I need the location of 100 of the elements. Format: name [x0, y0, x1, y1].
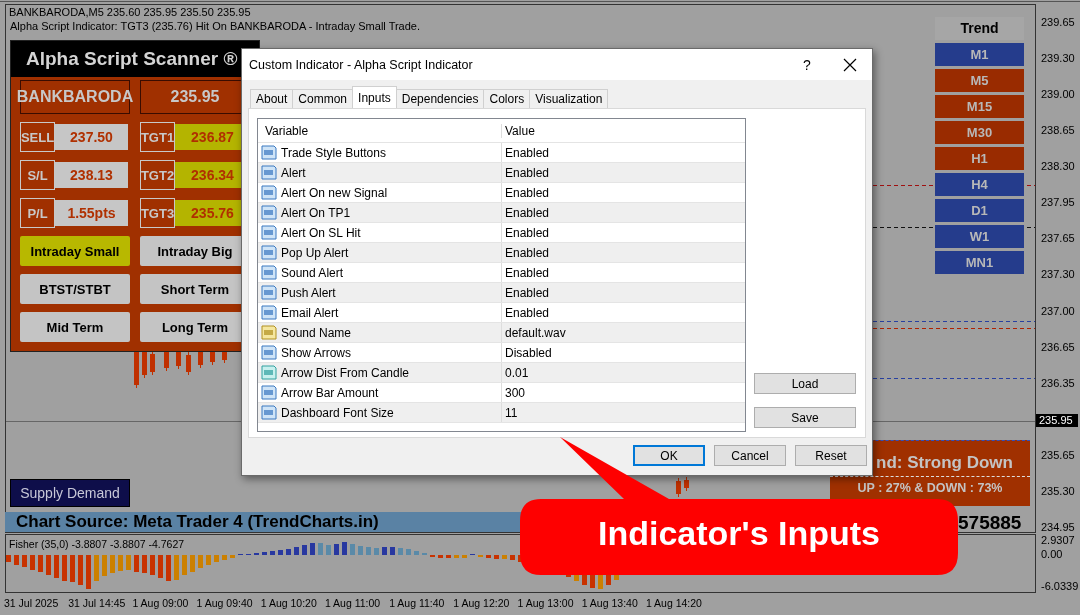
histogram-bar	[294, 547, 299, 555]
histogram-bar	[494, 555, 499, 559]
histogram-bar	[286, 549, 291, 555]
level-value: 238.13	[55, 162, 128, 188]
target-label: TGT2	[140, 160, 175, 190]
price-label: 237.65	[1041, 232, 1075, 245]
parameter-value[interactable]: 300	[502, 383, 745, 402]
trade-style-button[interactable]: BTST/STBT	[20, 274, 130, 304]
histogram-bar	[222, 555, 227, 560]
parameter-name: Arrow Dist From Candle	[281, 365, 410, 380]
parameter-name: Trade Style Buttons	[281, 145, 386, 160]
histogram-bar	[182, 555, 187, 575]
histogram-bar	[150, 555, 155, 575]
parameter-name: Sound Alert	[281, 265, 344, 280]
parameter-value[interactable]: default.wav	[502, 323, 745, 342]
tab[interactable]: Inputs	[352, 86, 397, 108]
histogram-bar	[174, 555, 179, 580]
histogram-bar	[102, 555, 107, 576]
indicator-scale-label: 2.9307	[1041, 534, 1075, 546]
dialog-button[interactable]: Reset	[795, 445, 867, 466]
histogram-bar	[118, 555, 123, 571]
string-type-icon	[261, 325, 277, 340]
timeframe-label: M1	[935, 43, 1024, 66]
column-header: Value	[504, 123, 536, 138]
histogram-bar	[14, 555, 19, 565]
histogram-bar	[62, 555, 67, 581]
level-label: S/L	[20, 160, 55, 190]
price-label: 239.00	[1041, 88, 1075, 101]
histogram-bar	[94, 555, 99, 581]
integer-type-icon	[261, 305, 277, 320]
histogram-bar	[326, 545, 331, 555]
side-button[interactable]: Save	[754, 407, 856, 428]
supply-demand-button[interactable]: Supply Demand	[10, 479, 130, 507]
parameter-value[interactable]: Enabled	[502, 303, 745, 322]
tab[interactable]: Visualization	[529, 89, 609, 108]
histogram-bar	[262, 552, 267, 555]
histogram-bar	[318, 543, 323, 555]
chart-title: BANKBARODA,M5 235.60 235.95 235.50 235.95	[9, 6, 251, 18]
histogram-bar	[78, 555, 83, 585]
parameter-value[interactable]: Enabled	[502, 283, 745, 302]
histogram-bar	[214, 555, 219, 562]
histogram-bar	[334, 544, 339, 555]
histogram-bar	[126, 555, 131, 570]
histogram-bar	[382, 547, 387, 555]
histogram-bar	[278, 550, 283, 555]
histogram-bar	[342, 542, 347, 555]
tab[interactable]: Dependencies	[395, 89, 485, 108]
integer-type-icon	[261, 385, 277, 400]
histogram-bar	[158, 555, 163, 578]
parameter-value[interactable]: 0.01	[502, 363, 745, 382]
integer-type-icon	[261, 405, 277, 420]
histogram-bar	[206, 555, 211, 565]
parameter-value[interactable]: 11	[502, 403, 745, 422]
parameter-value[interactable]: Enabled	[502, 203, 745, 222]
level-value: 237.50	[55, 124, 128, 150]
timeframe-label: M5	[935, 69, 1024, 92]
counter-text: 575885	[958, 512, 1022, 534]
dialog-button[interactable]: OK	[633, 445, 705, 466]
parameter-name: Push Alert	[281, 285, 336, 300]
candlestick	[684, 476, 689, 492]
indicator-label: Fisher (35,0) -3.8807 -3.8807 -4.7627	[9, 538, 185, 550]
integer-type-icon	[261, 265, 277, 280]
time-label: 1 Aug 09:00	[132, 597, 190, 609]
level-label: P/L	[20, 198, 55, 228]
dialog-title: Custom Indicator - Alpha Script Indicator	[249, 57, 474, 72]
close-icon	[843, 57, 857, 72]
histogram-bar	[190, 555, 195, 572]
time-label: 1 Aug 13:40	[581, 597, 639, 609]
time-label: 31 Jul 14:45	[68, 597, 127, 609]
candlestick	[186, 351, 191, 376]
parameter-value[interactable]: Enabled	[502, 263, 745, 282]
trade-style-button[interactable]: Intraday Small	[20, 236, 130, 266]
price-label: 239.65	[1041, 16, 1075, 28]
parameter-name: Alert On new Signal	[281, 185, 388, 200]
parameter-value[interactable]: Enabled	[502, 223, 745, 242]
parameter-value[interactable]: Disabled	[502, 343, 745, 362]
histogram-bar	[86, 555, 91, 589]
tab[interactable]: About	[250, 89, 294, 108]
parameter-value[interactable]: Enabled	[502, 163, 745, 182]
time-label: 1 Aug 09:40	[196, 597, 254, 609]
time-label: 1 Aug 10:20	[260, 597, 318, 609]
price-label: 236.65	[1041, 340, 1075, 353]
timeframe-label: H1	[935, 147, 1024, 170]
timeframe-label: H4	[935, 173, 1024, 196]
double-type-icon	[261, 365, 277, 380]
histogram-bar	[350, 544, 355, 555]
histogram-bar	[390, 547, 395, 555]
parameter-value[interactable]: Enabled	[502, 143, 745, 162]
histogram-bar	[70, 555, 75, 582]
histogram-bar	[142, 555, 147, 573]
help-button[interactable]: ?	[792, 52, 822, 77]
parameter-value[interactable]: Enabled	[502, 183, 745, 202]
histogram-bar	[358, 546, 363, 555]
side-button[interactable]: Load	[754, 373, 856, 394]
price-label: 238.65	[1041, 124, 1075, 137]
dialog-button[interactable]: Cancel	[714, 445, 786, 466]
price-label: 234.95	[1041, 520, 1075, 533]
parameter-value[interactable]: Enabled	[502, 243, 745, 262]
trade-style-button[interactable]: Mid Term	[20, 312, 130, 342]
integer-type-icon	[261, 145, 277, 160]
